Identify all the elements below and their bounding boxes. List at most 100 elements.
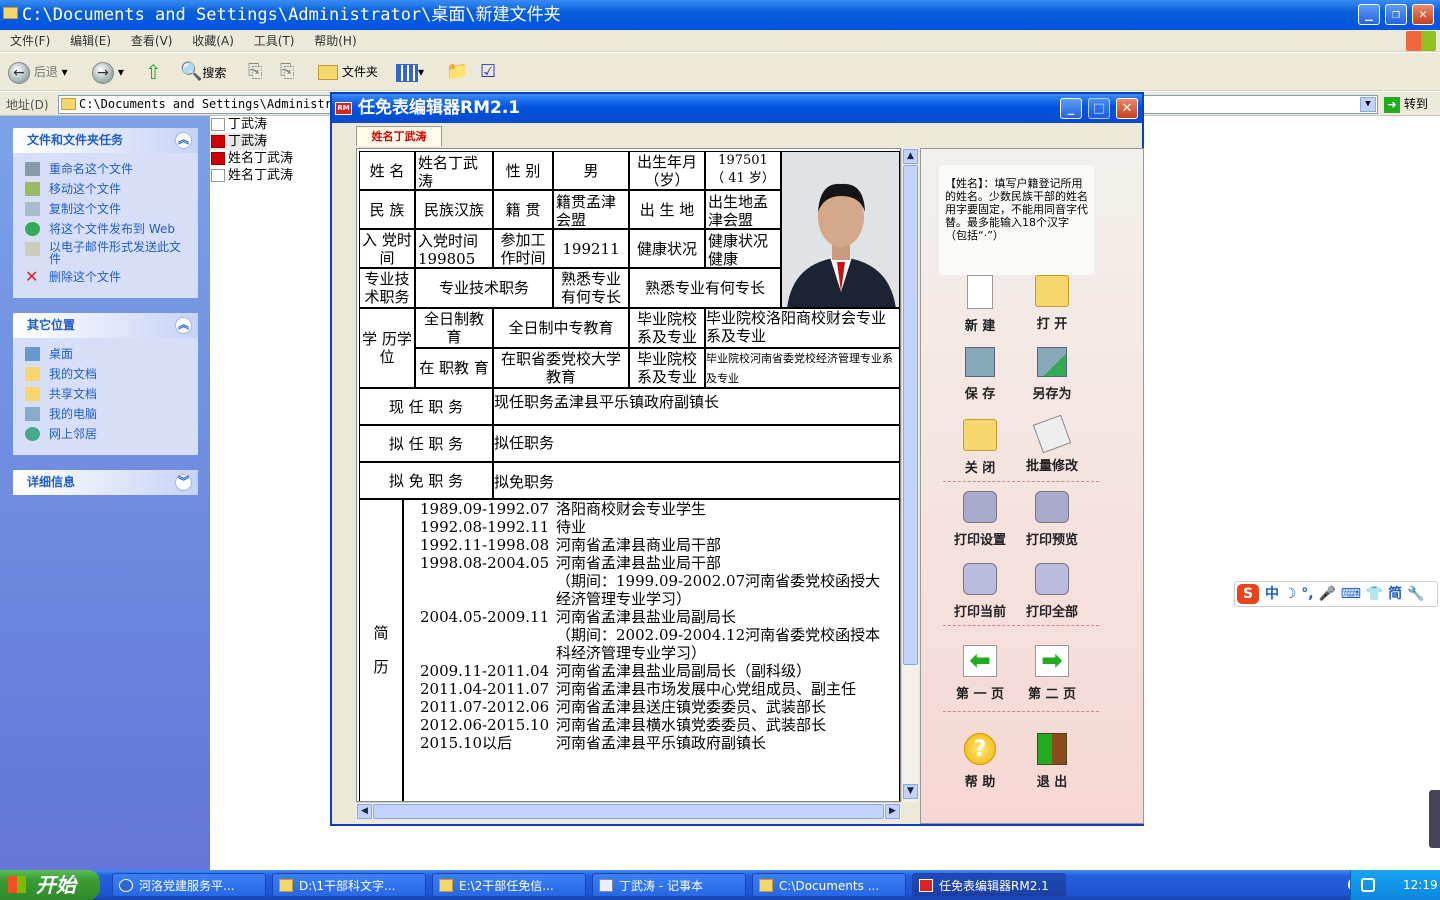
task-folder-3[interactable]: C:\Documents ... — [752, 873, 906, 897]
up-folder-button[interactable]: ⇧ — [145, 61, 162, 83]
skill-field[interactable]: 熟悉专业有何专长 — [629, 268, 781, 308]
checklist-icon[interactable]: ☑ — [480, 61, 496, 83]
scroll-up-button[interactable]: ▲ — [903, 149, 918, 164]
task-folder-1[interactable]: D:\1干部科文字... — [272, 873, 426, 897]
scroll-right-button[interactable]: ▶ — [885, 804, 900, 819]
resume-field[interactable]: 1989.09-1992.07 洛阳商校财会专业学生 1992.08-1992.11… — [403, 499, 900, 801]
search-button[interactable]: 🔍搜索 — [180, 61, 226, 83]
editor-close-button[interactable]: ✕ — [1116, 98, 1138, 119]
maximize-button[interactable]: ❐ — [1385, 4, 1407, 25]
hscroll-thumb[interactable] — [373, 804, 884, 819]
tab-person[interactable]: 姓名丁武涛 — [356, 126, 442, 146]
exit-button[interactable]: 退 出 — [1021, 733, 1083, 790]
inservice-field[interactable]: 在职省委党校大学教育 — [493, 348, 629, 388]
details-header[interactable]: 详细信息 ︾ — [13, 470, 198, 495]
birthplace-field[interactable]: 出生地孟津会盟 — [705, 190, 781, 229]
help-button[interactable]: ? 帮 助 — [949, 733, 1011, 790]
menu-edit[interactable]: 编辑(E) — [70, 34, 111, 48]
move-file-link[interactable]: 移动这个文件 — [13, 179, 198, 199]
print-current-button[interactable]: 打印当前 — [949, 563, 1011, 620]
menu-file[interactable]: 文件(F) — [10, 34, 50, 48]
sex-field[interactable]: 男 — [553, 151, 629, 190]
scroll-left-button[interactable]: ◀ — [357, 804, 372, 819]
birth-field[interactable]: 197501 （ 41 岁） — [705, 151, 781, 190]
proposed-position-field[interactable]: 拟任职务 — [493, 425, 900, 462]
file-item[interactable]: 丁武涛 — [210, 116, 267, 133]
start-button[interactable]: 开始 — [0, 870, 100, 900]
open-button[interactable]: 打 开 — [1021, 275, 1083, 332]
move-to-icon[interactable]: ⎘ — [248, 61, 262, 83]
folder-star-icon[interactable]: 📁 — [446, 61, 468, 83]
place-desktop[interactable]: 桌面 — [13, 344, 198, 364]
work-field[interactable]: 199211 — [553, 229, 629, 268]
shield-icon[interactable] — [1361, 878, 1375, 892]
horizontal-scrollbar[interactable]: ◀ ▶ — [356, 802, 901, 819]
ime-toolbar[interactable]: S中 ☽ °, 🎤 ⌨ 👕 简 🔧 — [1234, 581, 1438, 607]
editor-maximize-button[interactable]: □ — [1088, 98, 1110, 119]
nation-field[interactable]: 民族汉族 — [415, 190, 493, 229]
collapse-icon[interactable]: ︽ — [175, 317, 192, 334]
task-editor[interactable]: 任免表编辑器RM2.1 — [912, 873, 1066, 897]
back-button[interactable]: ← 后退 ▾ — [8, 61, 68, 84]
place-network[interactable]: 网上邻居 — [13, 424, 198, 444]
expand-icon[interactable]: ︾ — [175, 474, 192, 491]
menu-view[interactable]: 查看(V) — [131, 34, 173, 48]
go-button[interactable]: ➜ 转到 — [1384, 95, 1428, 113]
email-file-link[interactable]: 以电子邮件形式发送此文件 — [13, 239, 198, 267]
place-my-computer[interactable]: 我的电脑 — [13, 404, 198, 424]
saveas-button[interactable]: 另存为 — [1021, 347, 1083, 402]
print-all-button[interactable]: 打印全部 — [1021, 563, 1083, 620]
address-dropdown-button[interactable]: ▼ — [1360, 97, 1376, 112]
side-widget[interactable] — [1429, 790, 1440, 848]
health-field[interactable]: 健康状况健康 — [705, 229, 781, 268]
minimize-button[interactable]: _ — [1358, 4, 1380, 25]
folders-button[interactable]: 文件夹 — [318, 61, 378, 83]
menu-bar: 文件(F) 编辑(E) 查看(V) 收藏(A) 工具(T) 帮助(H) — [0, 30, 1440, 52]
close-file-button[interactable]: 关 闭 — [949, 419, 1011, 476]
close-button[interactable]: ✕ — [1412, 4, 1434, 25]
save-button[interactable]: 保 存 — [949, 347, 1011, 402]
file-tasks-header[interactable]: 文件和文件夹任务 ︽ — [13, 128, 198, 153]
name-field[interactable]: 姓名丁武涛 — [415, 151, 493, 190]
print-preview-button[interactable]: 打印预览 — [1021, 491, 1083, 548]
new-button[interactable]: 新 建 — [949, 275, 1011, 334]
scroll-down-button[interactable]: ▼ — [903, 784, 918, 799]
collapse-icon[interactable]: ︽ — [175, 132, 192, 149]
editor-minimize-button[interactable]: _ — [1060, 98, 1082, 119]
file-item[interactable]: 丁武涛 — [210, 133, 268, 150]
sogou-ime-icon: S — [1237, 584, 1259, 604]
school-field-1[interactable]: 毕业院校洛阳商校财会专业系及专业 — [705, 308, 900, 348]
file-item[interactable]: 姓名丁武涛 — [210, 150, 293, 167]
native-field[interactable]: 籍贯孟津会盟 — [553, 190, 629, 229]
delete-file-link[interactable]: ✕ 删除这个文件 — [13, 267, 198, 287]
tech-field[interactable]: 专业技术职务 — [415, 268, 553, 308]
school-field-2[interactable]: 毕业院校河南省委党校经济管理专业系及专业 — [705, 348, 900, 388]
copy-to-icon[interactable]: ⎘ — [280, 61, 294, 83]
menu-help[interactable]: 帮助(H) — [314, 34, 356, 48]
file-item[interactable]: 姓名丁武涛 — [210, 167, 293, 184]
remove-position-field[interactable]: 拟免职务 — [493, 462, 900, 499]
fulltime-field[interactable]: 全日制中专教育 — [493, 308, 629, 348]
current-position-field[interactable]: 现任职务孟津县平乐镇政府副镇长 — [493, 388, 900, 425]
menu-tools[interactable]: 工具(T) — [254, 34, 295, 48]
print-setup-button[interactable]: 打印设置 — [949, 491, 1011, 548]
scroll-thumb[interactable] — [903, 165, 918, 665]
publish-web-link[interactable]: 将这个文件发布到 Web — [13, 219, 198, 239]
vertical-scrollbar[interactable]: ▲ ▼ — [901, 148, 918, 802]
party-field[interactable]: 入党时间199805 — [415, 229, 493, 268]
copy-file-link[interactable]: 复制这个文件 — [13, 199, 198, 219]
task-folder-2[interactable]: E:\2干部任免信... — [432, 873, 586, 897]
menu-favorites[interactable]: 收藏(A) — [192, 34, 234, 48]
place-my-documents[interactable]: 我的文档 — [13, 364, 198, 384]
batch-edit-button[interactable]: 批量修改 — [1021, 414, 1083, 474]
task-notepad[interactable]: 丁武涛 - 记事本 — [592, 873, 746, 897]
place-shared-documents[interactable]: 共享文档 — [13, 384, 198, 404]
other-places-header[interactable]: 其它位置 ︽ — [13, 313, 198, 338]
photo[interactable] — [781, 151, 900, 308]
views-button[interactable]: ▾ — [396, 61, 424, 83]
rename-file-link[interactable]: 重命名这个文件 — [13, 159, 198, 179]
page-two-button[interactable]: ➡ 第 二 页 — [1021, 645, 1083, 702]
page-one-button[interactable]: ⬅ 第 一 页 — [949, 645, 1011, 702]
forward-button[interactable]: → ▾ — [92, 61, 124, 84]
task-browser[interactable]: 河洛党建服务平... — [112, 873, 266, 897]
